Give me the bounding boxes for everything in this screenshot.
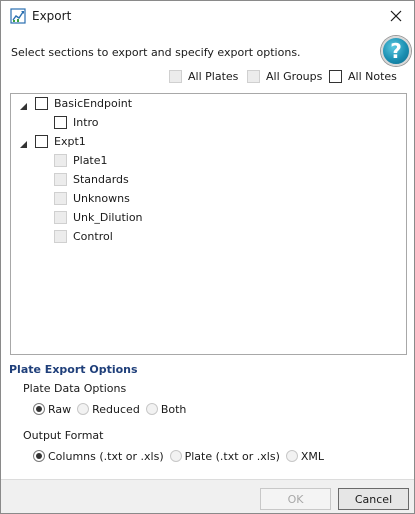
tree-item-plate1[interactable]: Plate1 [54,152,108,168]
close-icon [390,10,402,22]
ok-button[interactable]: OK [260,488,331,510]
cancel-button[interactable]: Cancel [338,488,409,510]
tree-checkbox-intro[interactable] [54,115,67,129]
tree-item-unk-dilution[interactable]: Unk_Dilution [54,209,143,225]
radio-xml[interactable] [285,450,298,462]
tree-item-unknowns[interactable]: Unknowns [54,190,130,206]
radio-label-reduced: Reduced [92,402,140,416]
help-button[interactable]: ? [381,36,411,66]
all-notes-label: All Notes [348,70,397,83]
tree-item-standards[interactable]: Standards [54,171,129,187]
tree-label-expt1: Expt1 [54,134,86,148]
sections-tree[interactable]: BasicEndpoint Intro Expt1 Plate1 Standar… [10,93,407,355]
export-dialog: Export Select sections to export and spe… [0,0,415,514]
title-bar[interactable]: Export [1,1,414,32]
tree-checkbox-control[interactable] [54,229,67,243]
radio-option-plate[interactable]: Plate (.txt or .xls) [169,449,280,463]
tree-expander-expt1-icon[interactable] [20,138,27,148]
all-notes-option: All Notes [329,70,397,83]
radio-option-columns[interactable]: Columns (.txt or .xls) [33,450,164,463]
radio-option-both[interactable]: Both [145,402,187,416]
tree-label-standards: Standards [73,172,129,186]
dialog-title: Export [32,9,72,23]
radio-option-raw[interactable]: Raw [33,403,71,416]
radio-option-reduced[interactable]: Reduced [77,403,140,416]
radio-label-raw: Raw [48,402,72,416]
tree-expander-basicendpoint-icon[interactable] [20,100,27,110]
tree-label-unknowns: Unknowns [73,191,130,205]
plate-export-options-title: Plate Export Options [9,363,138,376]
radio-label-xml: XML [300,449,325,463]
tree-checkbox-plate1[interactable] [54,153,67,167]
plate-data-options-label: Plate Data Options [23,382,127,395]
tree-item-basicendpoint[interactable]: BasicEndpoint [35,95,132,111]
radio-raw[interactable] [33,403,45,415]
select-all-options: All Plates All Groups All Notes [1,70,414,86]
all-notes-checkbox[interactable] [329,70,342,83]
radio-reduced[interactable] [77,403,90,415]
tree-checkbox-unknowns[interactable] [54,191,67,205]
radio-label-both: Both [160,402,187,416]
all-plates-label: All Plates [188,70,239,83]
tree-item-control[interactable]: Control [54,228,113,244]
all-groups-label: All Groups [266,70,323,83]
dialog-footer: OK Cancel [1,479,414,513]
all-groups-checkbox[interactable] [247,70,260,83]
radio-label-columns: Columns (.txt or .xls) [48,449,164,463]
radio-plate[interactable] [169,450,182,462]
tree-checkbox-standards[interactable] [54,172,67,186]
output-format-group: Columns (.txt or .xls) Plate (.txt or .x… [33,449,330,463]
tree-label-basicendpoint: BasicEndpoint [54,96,133,110]
tree-label-plate1: Plate1 [73,153,108,167]
tree-checkbox-unk-dilution[interactable] [54,210,67,224]
all-groups-option: All Groups [247,70,322,83]
tree-item-intro[interactable]: Intro [54,114,99,130]
tree-label-intro: Intro [73,115,99,129]
tree-checkbox-expt1[interactable] [35,134,48,148]
all-plates-checkbox[interactable] [169,70,182,83]
export-chart-icon [10,8,26,24]
all-plates-option: All Plates [169,70,238,83]
radio-option-xml[interactable]: XML [285,449,325,463]
tree-item-expt1[interactable]: Expt1 [35,133,86,149]
plate-data-options-group: Raw Reduced Both [33,402,192,416]
radio-columns[interactable] [33,450,45,462]
radio-both[interactable] [145,403,158,415]
tree-label-unk-dilution: Unk_Dilution [73,210,143,224]
radio-label-plate: Plate (.txt or .xls) [184,449,280,463]
output-format-label: Output Format [23,429,104,442]
tree-label-control: Control [73,229,113,243]
help-icon: ? [390,39,402,63]
tree-checkbox-basicendpoint[interactable] [35,96,48,110]
instructions-text: Select sections to export and specify ex… [11,46,301,59]
close-button[interactable] [384,5,408,27]
